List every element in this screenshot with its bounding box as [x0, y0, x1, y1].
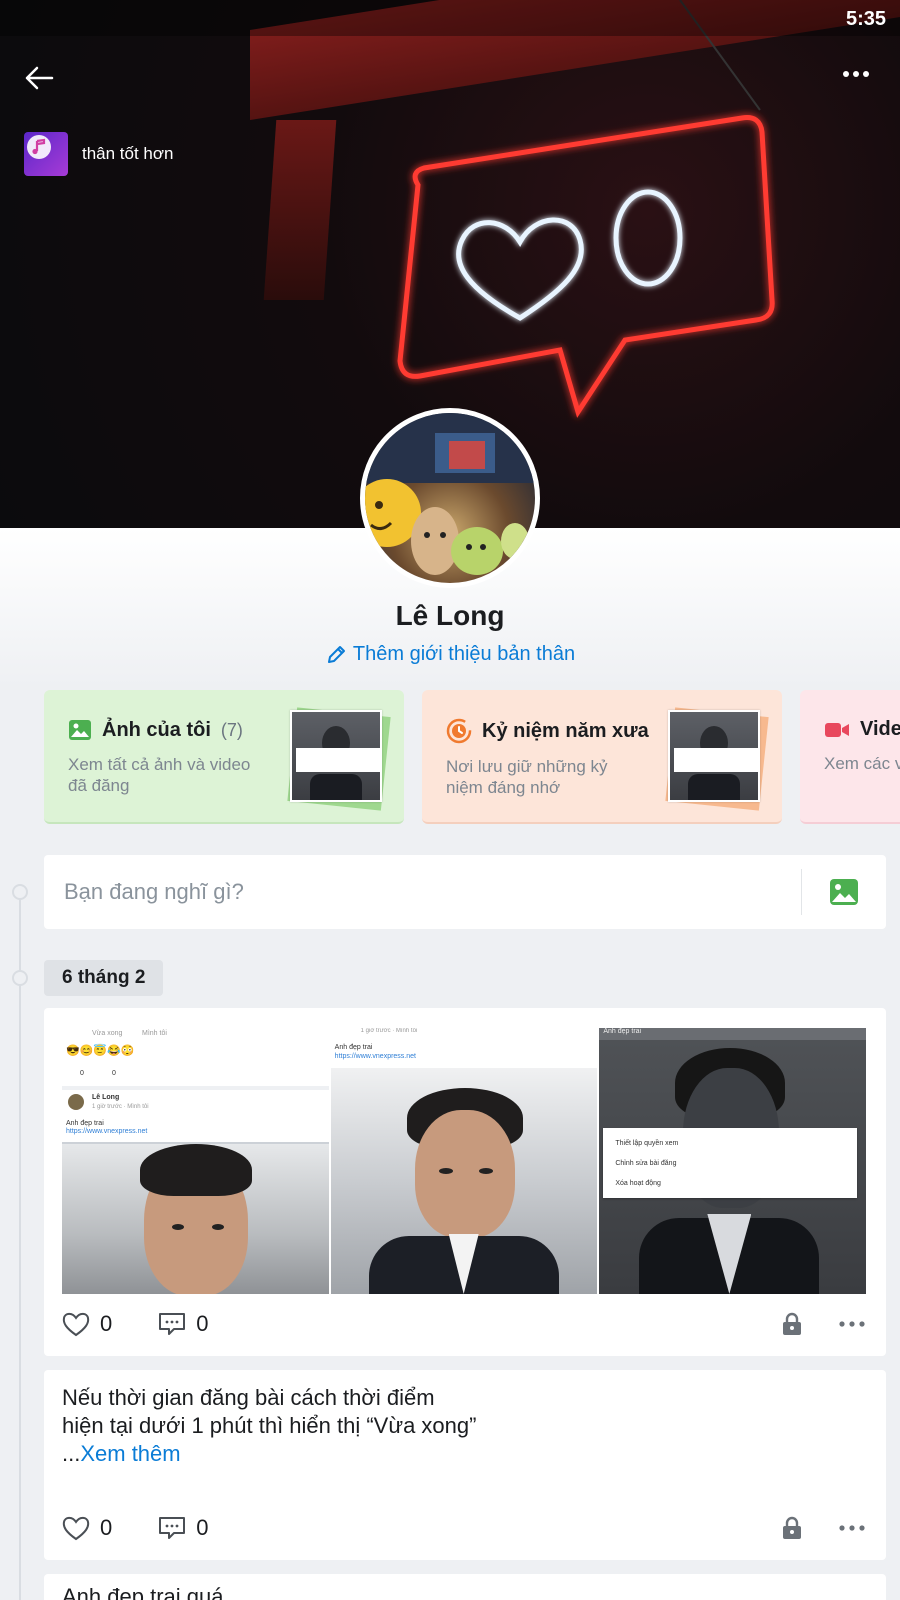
feature-cards-row[interactable]: Ảnh của tôi (7) Xem tất cả ảnh và video … [44, 690, 900, 824]
lock-icon[interactable] [782, 1516, 802, 1540]
mini-privacy-text: Mình tôi [142, 1030, 167, 1037]
mini-link: https://www.vnexpress.net [66, 1128, 148, 1135]
comment-button[interactable]: 0 [158, 1515, 209, 1541]
post-composer[interactable]: Bạn đang nghĩ gì? [44, 855, 886, 929]
like-button[interactable]: 0 [62, 1515, 112, 1541]
back-button[interactable] [24, 66, 60, 102]
mini-emojis: 😎😊😇😂😳 [66, 1045, 135, 1057]
timeline-dot [12, 970, 28, 986]
profile-music-chip[interactable]: thân tốt hơn [24, 132, 174, 176]
mini-time-text: Vừa xong [92, 1030, 123, 1037]
memories-thumbnail [665, 707, 769, 811]
comment-icon [159, 1313, 186, 1335]
comment-icon [159, 1517, 186, 1539]
lock-icon[interactable] [782, 1312, 802, 1336]
videos-card[interactable]: Vide Xem các v [800, 690, 900, 824]
pencil-icon [327, 645, 345, 663]
post-actions: 0 0 [62, 1306, 866, 1342]
comment-count: 0 [196, 1311, 209, 1336]
more-options-button[interactable] [842, 70, 878, 100]
screenshot-feed: Vừa xong Mình tôi 😎😊😇😂😳 0 0 Lê Long 1 gi… [62, 1028, 329, 1142]
videos-desc: Xem các v [824, 754, 900, 773]
memories-card[interactable]: Kỷ niệm năm xưa Nơi lưu giữ những kỷ niệ… [422, 690, 782, 824]
see-more-link[interactable]: Xem thêm [80, 1441, 180, 1466]
image-icon [830, 879, 858, 905]
post-actions: 0 0 [62, 1510, 866, 1546]
memories-title: Kỷ niệm năm xưa [482, 719, 649, 742]
post-photo-grid[interactable]: Vừa xong Mình tôi 😎😊😇😂😳 0 0 Lê Long 1 gi… [62, 1028, 867, 1294]
music-title: thân tốt hơn [82, 144, 174, 163]
post-text: Nếu thời gian đăng bài cách thời điểm hi… [62, 1385, 477, 1438]
videos-title: Vide [860, 718, 900, 740]
composer-input[interactable]: Bạn đang nghĩ gì? [44, 879, 801, 905]
timeline-post-text[interactable]: Nếu thời gian đăng bài cách thời điểm hi… [44, 1370, 886, 1560]
my-photos-card[interactable]: Ảnh của tôi (7) Xem tất cả ảnh và video … [44, 690, 404, 824]
mini-meta: 1 giờ trước · Mình tôi [360, 1028, 418, 1034]
post-body: Nếu thời gian đăng bài cách thời điểm hi… [62, 1384, 482, 1468]
menu-item-text: Chỉnh sửa bài đăng [615, 1160, 677, 1167]
arrow-left-icon [25, 66, 54, 90]
screenshot-post: 1 giờ trước · Mình tôi Anh đẹp trai http… [330, 1028, 598, 1068]
mini-link: https://www.vnexpress.net [334, 1053, 416, 1060]
mini-caption: Anh đẹp trai [334, 1044, 373, 1051]
heart-icon [62, 1516, 90, 1541]
timeline-line [19, 890, 21, 1600]
mini-caption: Anh đẹp trai [603, 1028, 642, 1035]
profile-name: Lê Long [395, 600, 505, 631]
status-bar: 5:35 [0, 0, 900, 36]
add-intro-link[interactable]: Thêm giới thiệu bản thân [0, 643, 900, 666]
avatar-photo [365, 413, 535, 575]
timeline-dot [12, 884, 28, 900]
mini-author: Lê Long [92, 1094, 120, 1101]
my-photos-count: (7) [220, 719, 243, 740]
timeline-post-photos[interactable]: Vừa xong Mình tôi 😎😊😇😂😳 0 0 Lê Long 1 gi… [44, 1008, 886, 1356]
music-note-icon [24, 132, 68, 176]
more-dots-icon[interactable] [838, 1524, 866, 1532]
memories-desc: Nơi lưu giữ những kỷ niệm đáng nhớ [446, 757, 608, 797]
my-photos-thumbnail [287, 707, 391, 811]
timeline-date-chip: 6 tháng 2 [44, 960, 164, 996]
comment-count: 0 [196, 1515, 209, 1540]
my-photos-desc: Xem tất cả ảnh và video đã đăng [68, 755, 251, 795]
mini-meta: 1 giờ trước · Mình tôi [92, 1104, 149, 1110]
post-photo[interactable]: Anh đẹp trai Thiết lập quyền xem Chỉnh s… [599, 1028, 867, 1294]
more-dots-icon[interactable] [838, 1320, 866, 1328]
heart-icon [62, 1312, 90, 1337]
add-intro-label: Thêm giới thiệu bản thân [352, 643, 576, 665]
more-dots-icon [843, 71, 869, 77]
post-photo[interactable]: 1 giờ trước · Mình tôi Anh đẹp trai http… [330, 1028, 598, 1294]
like-count: 0 [100, 1311, 113, 1336]
post-photo[interactable]: Vừa xong Mình tôi 😎😊😇😂😳 0 0 Lê Long 1 gi… [62, 1028, 329, 1294]
add-photo-button[interactable] [802, 855, 886, 929]
status-time: 5:35 [845, 8, 886, 30]
avatar[interactable] [360, 408, 540, 588]
clock-icon [446, 718, 472, 744]
video-camera-icon [825, 722, 849, 737]
menu-item-text: Thiết lập quyền xem [615, 1140, 679, 1147]
menu-item-text: Xóa hoạt động [615, 1180, 661, 1187]
comment-button[interactable]: 0 [158, 1311, 209, 1337]
post-text: Anh đẹp trai quá [62, 1584, 224, 1600]
profile-page: 5:35 thân tốt hơn Lê Long Thêm giới thiệ… [0, 0, 900, 1600]
timeline-post-partial[interactable]: Anh đẹp trai quá [44, 1574, 886, 1600]
like-button[interactable]: 0 [62, 1311, 112, 1337]
mini-caption: Anh đẹp trai [66, 1120, 104, 1127]
mini-comment-count: 0 [112, 1070, 116, 1077]
context-menu-screenshot: Thiết lập quyền xem Chỉnh sửa bài đăng X… [603, 1128, 858, 1198]
my-photos-title: Ảnh của tôi [102, 718, 211, 741]
post-ellipsis: ... [62, 1441, 81, 1466]
like-count: 0 [100, 1515, 113, 1540]
mini-like-count: 0 [80, 1070, 84, 1077]
photo-icon [69, 720, 91, 740]
